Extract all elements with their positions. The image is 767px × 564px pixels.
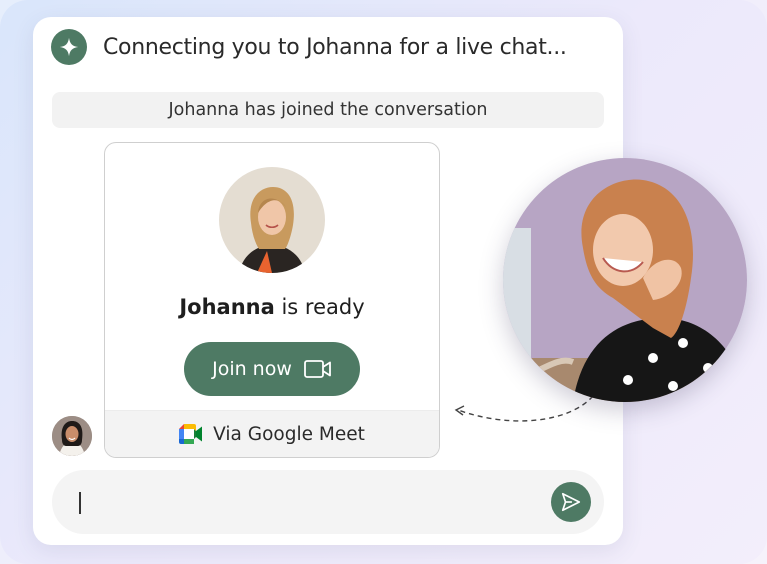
via-google-meet-label: Via Google Meet: [213, 423, 365, 445]
invite-footer: Via Google Meet: [105, 410, 439, 457]
dashed-arrow: [454, 395, 594, 422]
join-now-label: Join now: [212, 358, 292, 380]
join-now-button[interactable]: Join now: [184, 342, 360, 396]
text-cursor: [79, 492, 81, 514]
system-message-text: Johanna has joined the conversation: [168, 100, 488, 120]
assistant-badge: [51, 29, 87, 65]
agent-avatar: [219, 167, 325, 273]
chat-header: Connecting you to Johanna for a live cha…: [51, 29, 567, 65]
agent-name: Johanna: [179, 295, 275, 319]
send-button[interactable]: [551, 482, 591, 522]
ready-status: Johanna is ready: [105, 295, 439, 319]
message-composer[interactable]: [52, 470, 604, 534]
send-icon: [561, 492, 581, 512]
system-message: Johanna has joined the conversation: [52, 92, 604, 128]
agent-hero-photo: [503, 158, 747, 402]
video-camera-icon: [303, 359, 332, 379]
sparkle-icon: [59, 37, 79, 57]
header-title: Connecting you to Johanna for a live cha…: [103, 34, 567, 60]
google-meet-icon: [179, 424, 203, 444]
agent-small-avatar: [52, 416, 92, 456]
ready-suffix: is ready: [274, 295, 365, 319]
meeting-invite-card: Johanna is ready Join now Via Google Mee…: [104, 142, 440, 458]
